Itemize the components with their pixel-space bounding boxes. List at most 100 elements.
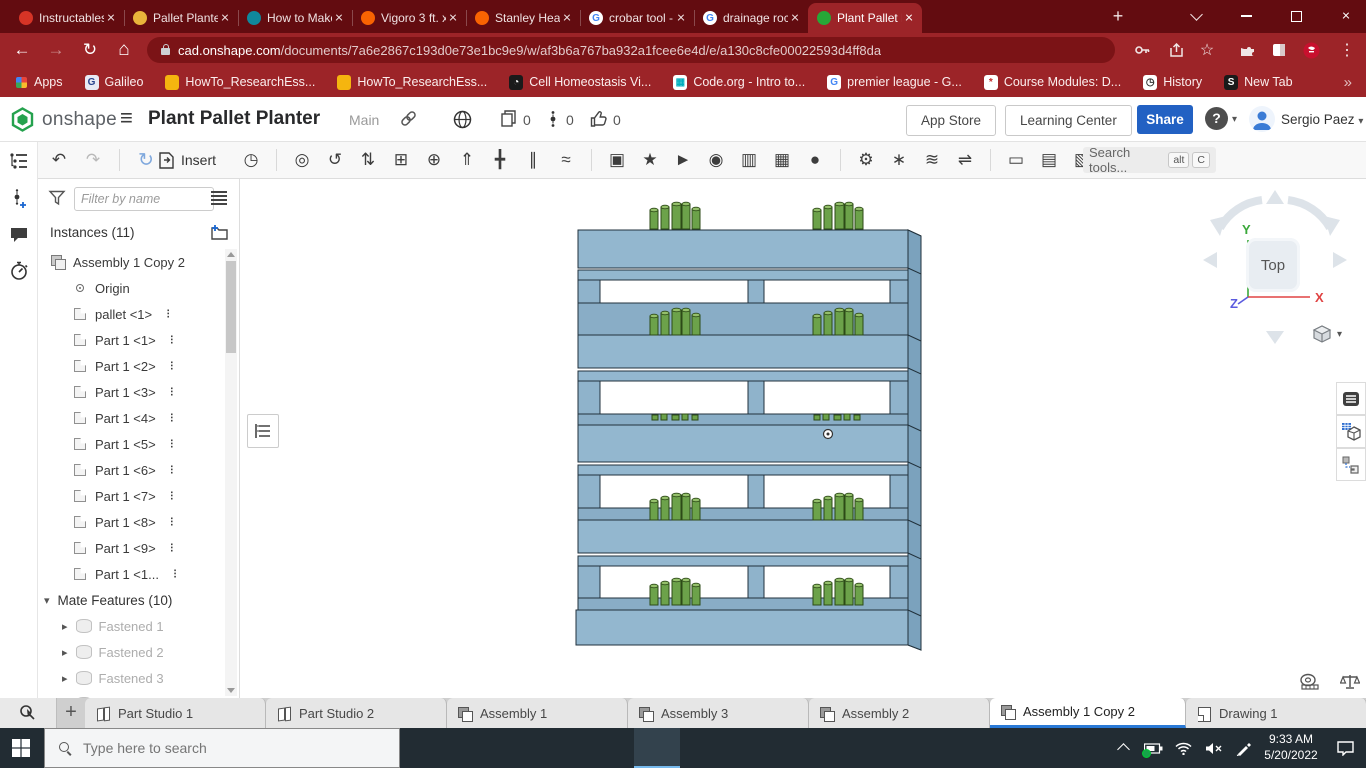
tab-instructables[interactable]: Instructables (10, 3, 124, 33)
tree-item-part-1-10[interactable]: Part 1 <1... ⁝ (38, 561, 226, 587)
help-button[interactable]: ? (1205, 107, 1228, 130)
bookmark-history[interactable]: ◷ History (1143, 75, 1202, 90)
search-tools-field[interactable]: Search tools... alt C (1083, 147, 1216, 173)
history-stopwatch-icon[interactable] (7, 259, 31, 283)
tree-item-pallet-1[interactable]: pallet <1> ⁝ (38, 301, 226, 327)
select-part-icon[interactable]: ► (670, 147, 696, 173)
tab-plant-pallet-planter[interactable]: Plant Pallet Pl (808, 3, 922, 33)
bookmarks-overflow-chevron[interactable]: » (1344, 74, 1352, 91)
tree-item-assembly-1-copy-2[interactable]: Assembly 1 Copy 2 ⁝ (38, 249, 226, 275)
mate-connector-dots-icon[interactable]: ⁝ (170, 410, 174, 426)
mate-connector-icon[interactable]: ◎ (289, 147, 315, 173)
bookmark-course-modules[interactable]: * Course Modules: D... (984, 75, 1121, 90)
tree-item-part-1-3[interactable]: Part 1 <3> ⁝ (38, 379, 226, 405)
tab-close-icon[interactable] (674, 11, 688, 25)
mate-connector-dots-icon[interactable]: ⁝ (170, 540, 174, 556)
bom-table-icon[interactable]: ▤ (1036, 147, 1062, 173)
mate-connector-dots-icon[interactable]: ⁝ (166, 306, 170, 322)
taskbar-clock[interactable]: 9:33 AM 5/20/2022 (1258, 732, 1324, 763)
new-tab-button[interactable]: + (1106, 5, 1130, 29)
add-tab-button[interactable]: + (57, 698, 85, 728)
versions-icon[interactable] (549, 110, 557, 133)
workspace-name[interactable]: Main (349, 112, 379, 128)
comments-icon[interactable] (7, 223, 31, 247)
features-panel-handle[interactable] (247, 414, 279, 448)
doc-tab-assembly-2[interactable]: Assembly 2 (809, 698, 990, 728)
panel-scrollbar[interactable] (225, 249, 237, 696)
tab-close-icon[interactable] (218, 11, 232, 25)
doc-tab-drawing-1[interactable]: Drawing 1 (1186, 698, 1366, 728)
volume-muted-icon[interactable] (1198, 728, 1228, 768)
tab-how-to-make[interactable]: How to Make (238, 3, 352, 33)
tree-item-part-1-9[interactable]: Part 1 <9> ⁝ (38, 535, 226, 561)
undo-icon[interactable]: ↶ (46, 147, 72, 173)
window-close-button[interactable] (1326, 0, 1366, 32)
bookmark-premier-league[interactable]: G premier league - G... (827, 75, 962, 90)
window-maximize-button[interactable] (1276, 0, 1316, 32)
mass-properties-scale-icon[interactable] (1337, 671, 1363, 693)
extensions-puzzle-icon[interactable] (1236, 38, 1262, 62)
derive-icon[interactable]: ▥ (736, 147, 762, 173)
file-explorer-button[interactable] (542, 728, 588, 768)
onshape-logo[interactable]: onshape (10, 107, 117, 132)
tab-close-icon[interactable] (446, 11, 460, 25)
browser-menu-kebab-icon[interactable]: ⋮ (1334, 38, 1360, 62)
share-page-icon[interactable] (1163, 38, 1189, 62)
document-title[interactable]: Plant Pallet Planter (148, 108, 320, 130)
bookmark-galileo[interactable]: G Galileo (85, 75, 144, 90)
app-store-button[interactable]: App Store (906, 105, 996, 136)
window-minimize-button[interactable] (1226, 0, 1266, 32)
cortana-button[interactable] (404, 728, 450, 768)
redo-icon[interactable]: ↷ (80, 147, 106, 173)
tree-item-part-1-8[interactable]: Part 1 <8> ⁝ (38, 509, 226, 535)
group-parts-icon[interactable]: ▣ (604, 147, 630, 173)
forward-button[interactable]: → (42, 36, 70, 64)
liverpool-extension-icon[interactable] (1298, 38, 1324, 62)
update-linked-documents-icon[interactable]: ↻ (133, 147, 159, 173)
origin-marker[interactable] (824, 430, 833, 439)
tab-search-chevron-icon[interactable] (1176, 0, 1216, 32)
bookmark-howto-research-1[interactable]: HowTo_ResearchEss... (165, 75, 315, 90)
view-cube-top-face[interactable]: Top (1246, 238, 1300, 292)
display-states-icon[interactable]: ● (802, 147, 828, 173)
taskbar-search-box[interactable] (44, 728, 400, 768)
battery-icon[interactable] (1138, 728, 1168, 768)
parallel-relation-icon[interactable]: ∥ (520, 147, 546, 173)
chevron-right-icon[interactable]: ▸ (62, 620, 68, 633)
filter-by-name-input[interactable] (74, 187, 214, 211)
tab-close-icon[interactable] (902, 11, 916, 25)
chevron-down-icon[interactable]: ▾ (44, 594, 50, 607)
pallet-planter-model[interactable] (562, 196, 932, 656)
share-button[interactable]: Share (1137, 105, 1193, 134)
task-view-button[interactable] (450, 728, 496, 768)
scroll-up-icon[interactable] (227, 252, 235, 257)
mate-feature-fastened-1[interactable]: ▸ Fastened 1 (38, 613, 226, 639)
mate-feature-fastened-2[interactable]: ▸ Fastened 2 (38, 639, 226, 665)
document-menu-icon[interactable]: ≡ (120, 105, 133, 131)
pin-slot-mate-icon[interactable]: ⇑ (454, 147, 480, 173)
tab-crobar-tool[interactable]: G crobar tool - (580, 3, 694, 33)
edge-button[interactable] (496, 728, 542, 768)
cylindrical-mate-icon[interactable]: ⇅ (355, 147, 381, 173)
tree-item-part-1-5[interactable]: Part 1 <5> ⁝ (38, 431, 226, 457)
password-key-icon[interactable] (1129, 38, 1155, 62)
in-context-flyout-icon[interactable] (1336, 448, 1366, 481)
ball-mate-icon[interactable]: ⊕ (421, 147, 447, 173)
doc-tab-assembly-1-copy-2[interactable]: Assembly 1 Copy 2 (990, 698, 1186, 728)
bookmark-new-tab[interactable]: S New Tab (1224, 75, 1292, 90)
pattern-icon[interactable]: ▦ (769, 147, 795, 173)
view-options-button[interactable]: ▾ (1312, 324, 1342, 344)
bom-table-flyout-icon[interactable] (1336, 415, 1366, 448)
doc-tab-part-studio-2[interactable]: Part Studio 2 (266, 698, 447, 728)
view-cube[interactable]: Y X Z Top ▾ (1190, 184, 1366, 354)
link-icon[interactable] (400, 110, 417, 132)
bookmark-cell-homeostasis[interactable]: ◔ Cell Homeostasis Vi... (509, 75, 651, 90)
mate-connector-dots-icon[interactable]: ⁝ (173, 566, 177, 582)
action-center-icon[interactable] (1324, 728, 1366, 768)
bookmark-howto-research-2[interactable]: HowTo_ResearchEss... (337, 75, 487, 90)
learning-center-button[interactable]: Learning Center (1005, 105, 1132, 136)
mate-connector-dots-icon[interactable]: ⁝ (170, 358, 174, 374)
instance-list-toggle-icon[interactable] (0, 142, 38, 179)
bookmark-apps[interactable]: Apps (14, 75, 63, 90)
mate-connector-dots-icon[interactable]: ⁝ (170, 436, 174, 452)
